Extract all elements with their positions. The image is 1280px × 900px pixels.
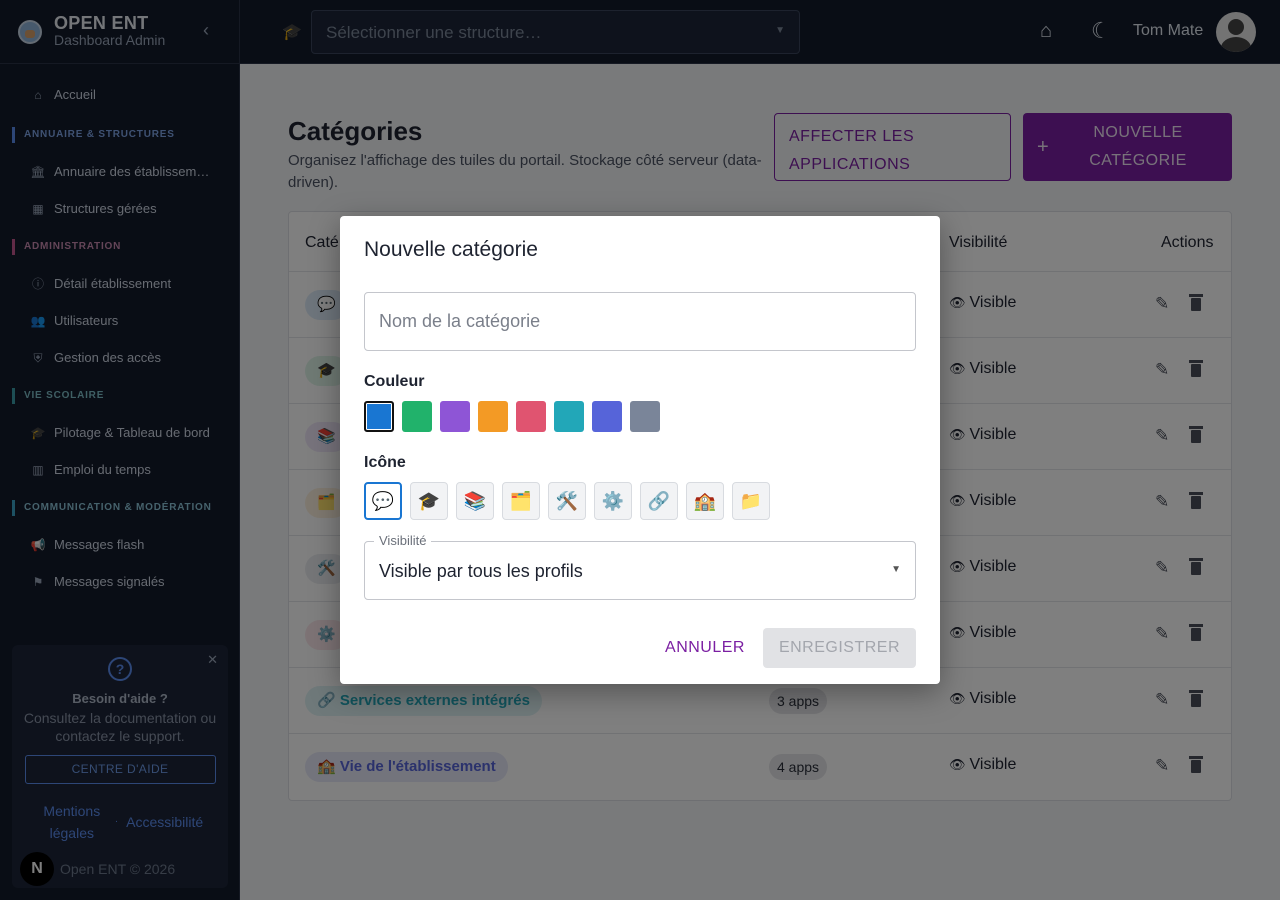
color-swatch[interactable]	[440, 401, 470, 432]
cancel-button[interactable]: ANNULER	[660, 628, 750, 668]
icon-option[interactable]: ⚙️	[594, 482, 632, 520]
dropdown-arrow-icon: ▼	[891, 564, 901, 575]
color-swatch[interactable]	[478, 401, 508, 432]
visibility-label: Visibilité	[374, 533, 432, 548]
save-button[interactable]: ENREGISTRER	[763, 628, 916, 668]
color-label: Couleur	[364, 373, 425, 390]
new-category-dialog: Nouvelle catégorie Couleur Icône 💬🎓📚🗂️🛠️…	[340, 216, 940, 684]
icon-option[interactable]: 📁	[732, 482, 770, 520]
icon-picker: 💬 🎓 📚 🗂️ 🛠️ ⚙️ 🔗 🏫 📁	[364, 482, 770, 520]
visibility-value: Visible par tous les profils	[379, 561, 583, 581]
color-swatch[interactable]	[554, 401, 584, 432]
icon-option[interactable]: 🏫	[686, 482, 724, 520]
icon-option[interactable]: 🔗	[640, 482, 678, 520]
visibility-select[interactable]: Visibilité Visible par tous les profils …	[364, 533, 916, 600]
color-swatch[interactable]	[364, 401, 394, 432]
dialog-title: Nouvelle catégorie	[364, 238, 538, 261]
color-swatches	[364, 401, 660, 432]
color-swatch[interactable]	[516, 401, 546, 432]
color-swatch[interactable]	[592, 401, 622, 432]
icon-option[interactable]: 🛠️	[548, 482, 586, 520]
icon-option[interactable]: 🗂️	[502, 482, 540, 520]
icon-label: Icône	[364, 454, 406, 471]
category-name-input[interactable]	[365, 293, 915, 350]
icon-option[interactable]: 🎓	[410, 482, 448, 520]
category-name-field[interactable]	[364, 292, 916, 351]
icon-option[interactable]: 💬	[364, 482, 402, 520]
color-swatch[interactable]	[630, 401, 660, 432]
color-swatch[interactable]	[402, 401, 432, 432]
icon-option[interactable]: 📚	[456, 482, 494, 520]
